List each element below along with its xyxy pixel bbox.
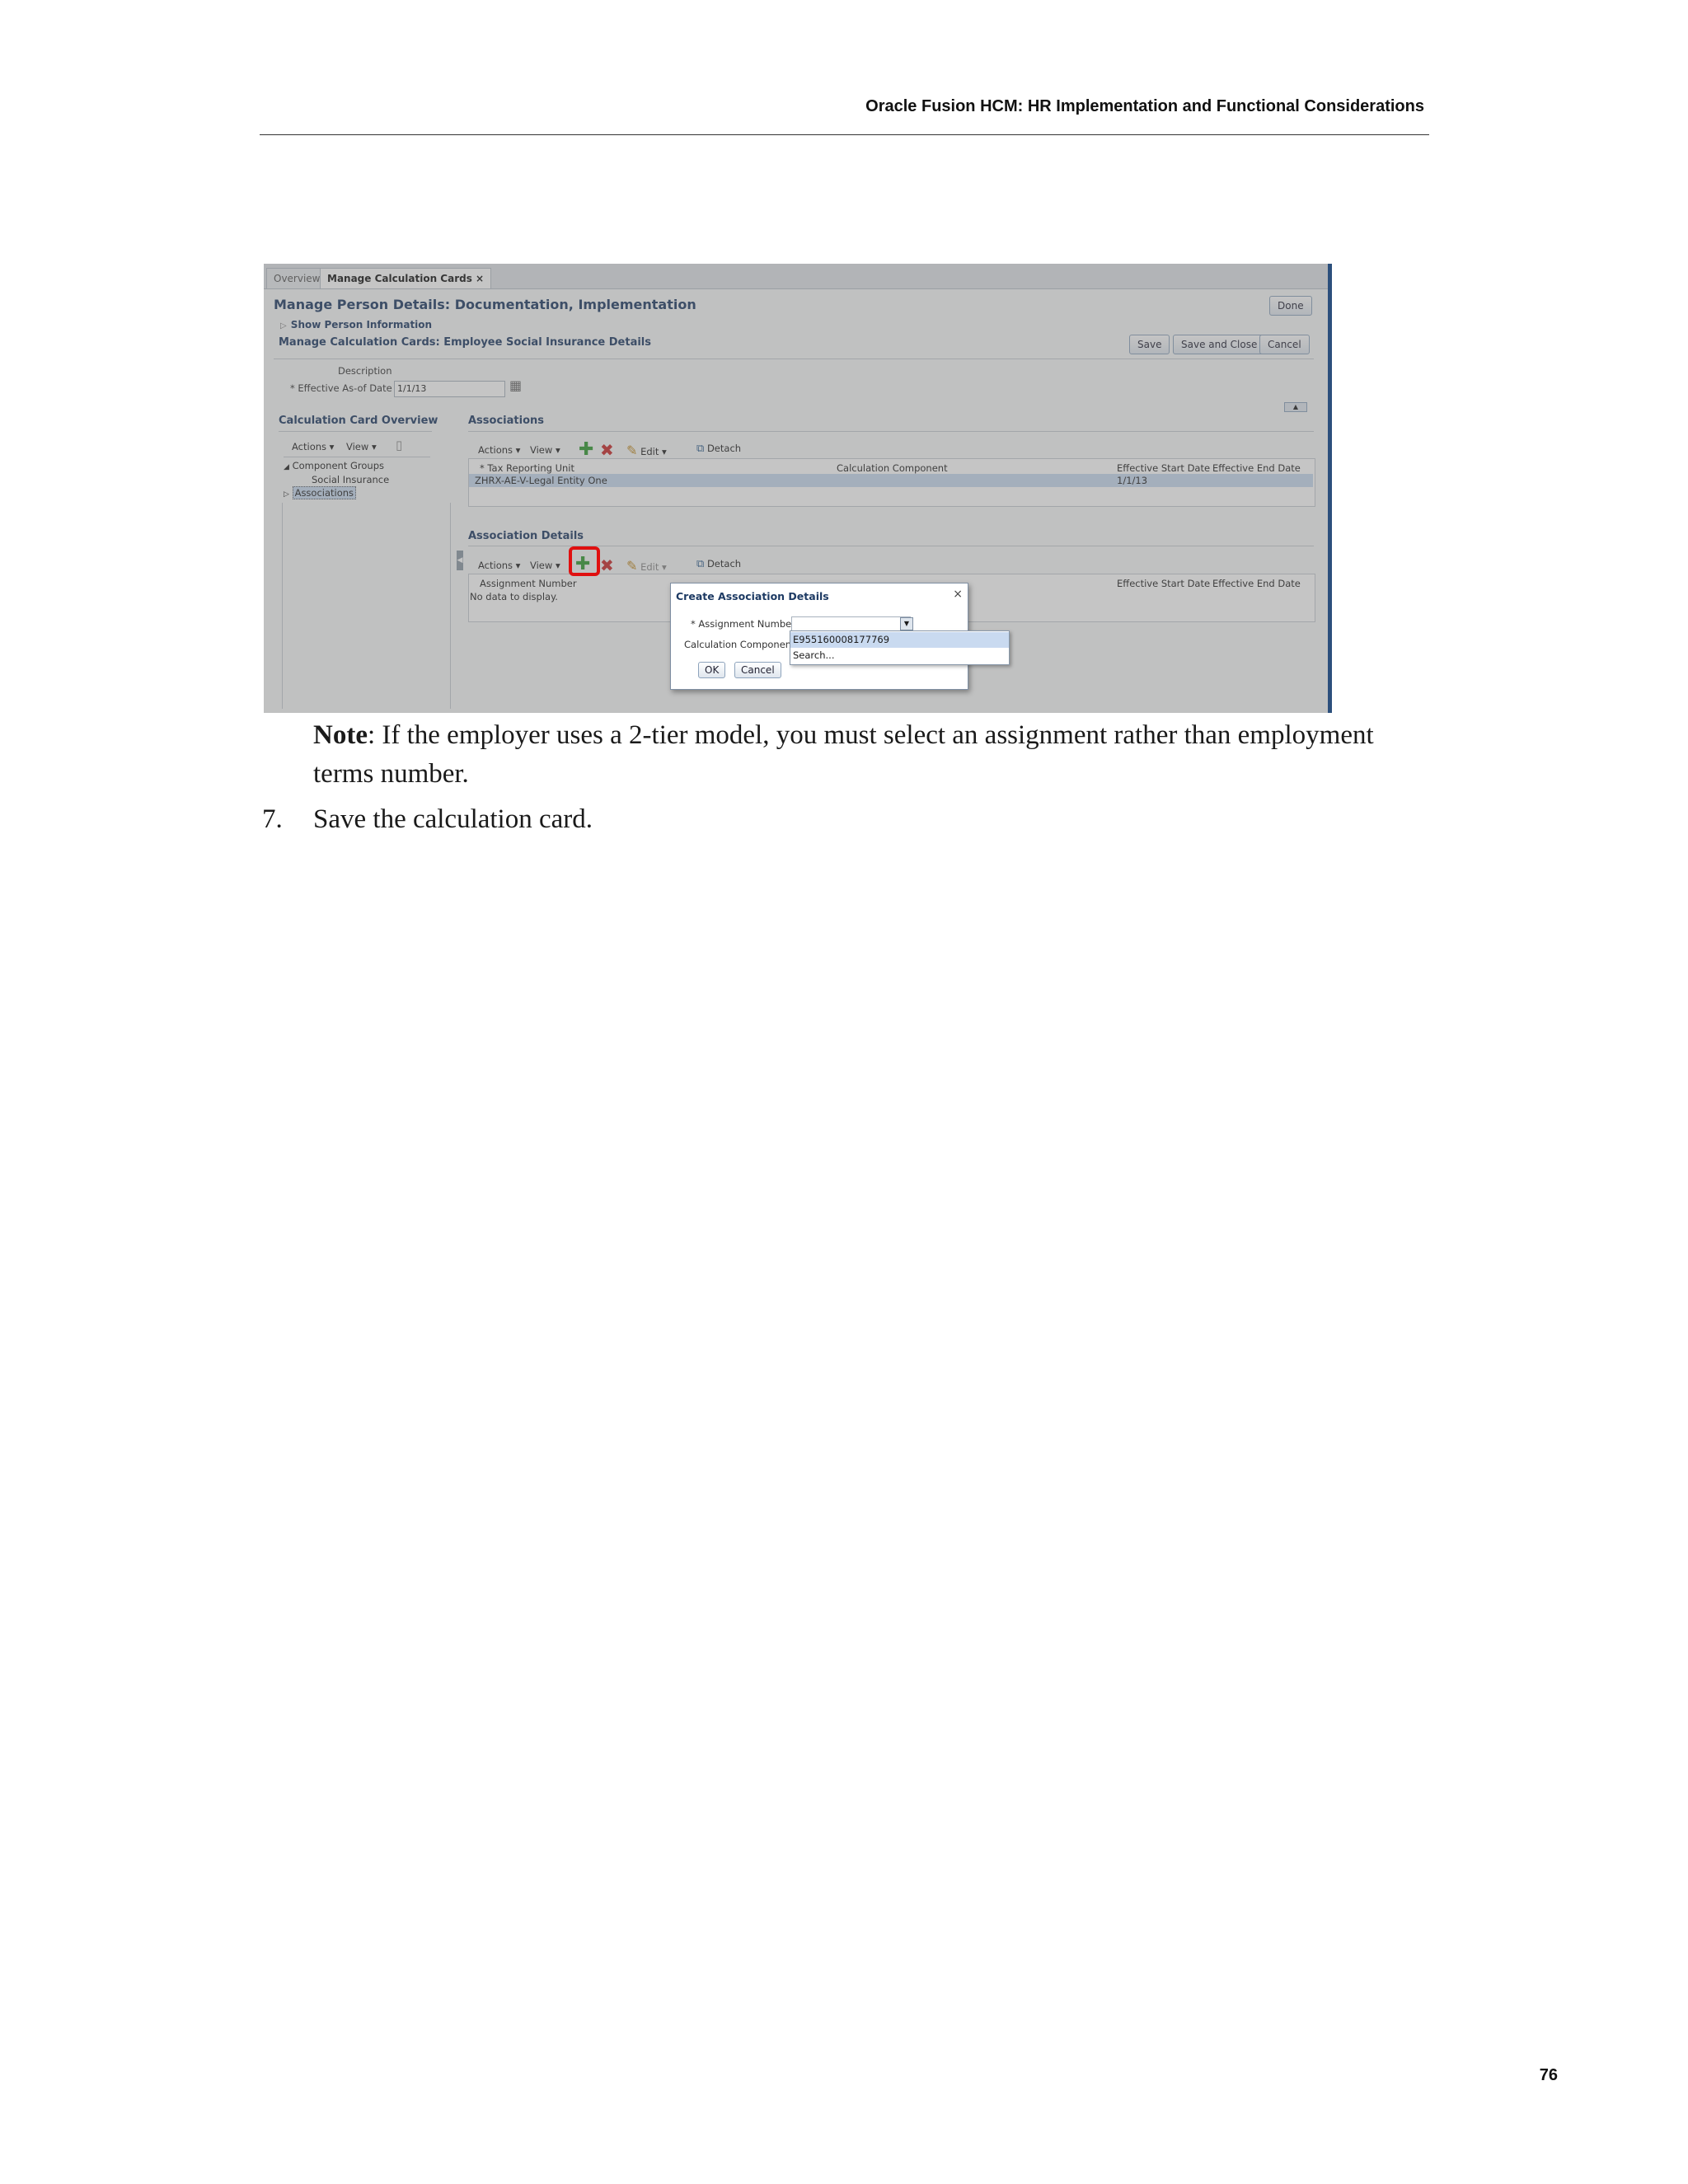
pencil-icon: ✎ [626,443,638,458]
tree-social-insurance[interactable]: Social Insurance [312,474,389,485]
dropdown-search-option[interactable]: Search... [790,648,1009,663]
overview-divider [279,431,432,432]
description-label: Description [338,365,392,377]
associations-edit-menu[interactable]: ✎ Edit ▾ [626,443,667,458]
tree-associations-label: Associations [292,486,357,499]
tab-manage-calculation-cards-label: Manage Calculation Cards [327,273,472,284]
associations-title: Associations [468,415,544,427]
tab-overview[interactable]: Overview [266,268,328,288]
chevron-down-icon[interactable]: ▼ [900,617,913,630]
col-effective-start-date: Effective Start Date [1117,462,1211,474]
associations-detach-label: Detach [706,443,742,454]
note-label: Note [313,720,368,750]
show-person-info-link[interactable]: ▷ Show Person Information [280,316,432,331]
save-and-close-button[interactable]: Save and Close [1173,335,1266,354]
details-detach-button[interactable]: ⧉ Detach [696,558,741,570]
col-assignment-number: Assignment Number [480,578,577,589]
splitter-handle[interactable]: ◀ [457,551,463,570]
step-number: 7. [262,804,283,834]
col-details-effective-end-date: Effective End Date [1212,578,1301,589]
associations-edit-label: Edit ▾ [640,446,667,457]
note-text: : If the employer uses a 2-tier model, y… [313,720,1374,789]
calendar-icon[interactable]: ▦ [509,377,522,393]
detach-icon: ⧉ [696,558,705,570]
step-item: 7. Save the calculation card. [262,804,593,835]
page-subtitle: Manage Calculation Cards: Employee Socia… [279,336,651,349]
dialog-ok-button[interactable]: OK [698,662,726,678]
assignment-number-select[interactable] [791,616,911,631]
detach-icon: ⧉ [696,443,705,455]
col-tax-reporting-unit: * Tax Reporting Unit [480,462,575,474]
tree-component-groups[interactable]: ◢ Component Groups [284,460,384,471]
tree-expand-icon: ◢ [284,463,289,471]
header-rule [260,134,1429,135]
details-view-menu[interactable]: View ▾ [530,560,560,571]
delete-row-icon[interactable]: ✖ [600,557,614,574]
col-details-effective-start-date: Effective Start Date [1117,578,1211,589]
dialog-title: Create Association Details [676,590,829,602]
expand-triangle-icon: ▷ [280,321,287,330]
note-paragraph: Note: If the employer uses a 2-tier mode… [313,716,1434,794]
dialog-close-icon[interactable]: × [953,588,963,601]
associations-detach-button[interactable]: ⧉ Detach [696,443,741,455]
overview-view-menu[interactable]: View ▾ [346,441,377,452]
details-actions-menu[interactable]: Actions ▾ [478,560,520,571]
tab-overview-label: Overview [274,273,321,284]
cell-tax-reporting-unit: ZHRX-AE-V-Legal Entity One [475,475,607,486]
associations-divider [468,431,1314,432]
associations-actions-menu[interactable]: Actions ▾ [478,444,520,456]
cell-effective-start-date: 1/1/13 [1117,475,1148,486]
assignment-number-dropdown: E955160008177769 Search... [790,630,1010,665]
collapse-icon[interactable]: ▲ [1284,402,1307,412]
document-icon[interactable]: ▯ [396,438,402,452]
details-detach-label: Detach [706,558,742,569]
col-calculation-component: Calculation Component [837,462,948,474]
details-edit-menu[interactable]: ✎ Edit ▾ [626,558,667,574]
overview-panel-border [282,503,283,709]
association-details-title: Association Details [468,530,584,542]
tab-bar: Overview Manage Calculation Cards × [264,264,1328,289]
overview-title: Calculation Card Overview [279,415,438,427]
col-effective-end-date: Effective End Date [1212,462,1301,474]
overview-panel-border-right [450,503,451,709]
close-icon[interactable]: × [476,273,484,284]
dialog-cancel-button[interactable]: Cancel [734,662,781,678]
highlight-box [569,546,600,576]
empty-table-message: No data to display. [470,591,558,602]
details-edit-label: Edit ▾ [640,561,667,573]
step-text: Save the calculation card. [313,804,593,834]
page-number: 76 [1539,2066,1558,2084]
tree-component-groups-label: Component Groups [292,460,385,471]
add-icon[interactable]: ✚ [579,441,593,459]
pencil-icon: ✎ [626,558,638,574]
overview-actions-menu[interactable]: Actions ▾ [292,441,334,452]
associations-view-menu[interactable]: View ▾ [530,444,560,456]
page-title: Manage Person Details: Documentation, Im… [274,297,696,312]
tree-collapse-icon: ▷ [284,490,289,499]
effective-date-label: * Effective As-of Date [290,382,392,394]
tree-associations[interactable]: ▷ Associations [284,486,357,499]
dropdown-option[interactable]: E955160008177769 [790,632,1009,648]
effective-date-input[interactable]: 1/1/13 [394,381,505,397]
save-button[interactable]: Save [1129,335,1170,354]
embedded-screenshot: Overview Manage Calculation Cards × Mana… [264,264,1332,713]
done-button[interactable]: Done [1269,296,1312,316]
show-person-info-label: Show Person Information [290,319,433,330]
assignment-number-label: * Assignment Number [691,618,795,630]
cancel-button[interactable]: Cancel [1259,335,1310,354]
delete-icon[interactable]: ✖ [600,442,614,458]
tab-manage-calculation-cards[interactable]: Manage Calculation Cards × [320,268,492,288]
calculation-component-label: Calculation Component [684,639,795,650]
document-header: Oracle Fusion HCM: HR Implementation and… [865,97,1424,115]
